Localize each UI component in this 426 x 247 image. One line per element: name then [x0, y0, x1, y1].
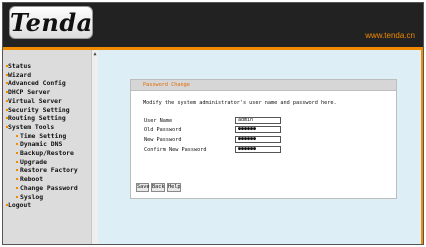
help-button[interactable]: Help [167, 183, 181, 192]
username-label: User Name [144, 118, 173, 124]
sidebar-item-virtual-server[interactable]: Virtual Server [6, 97, 78, 106]
header-bar: Tenda www.tenda.cn [3, 3, 423, 50]
sidebar-item-system-tools[interactable]: System Tools [6, 123, 78, 132]
sidebar-item-logout[interactable]: Logout [6, 201, 78, 210]
panel-title: Password Change [131, 80, 396, 91]
sidebar-item-dhcp-server[interactable]: DHCP Server [6, 88, 78, 97]
confirm-password-row: Confirm New Password ●●●●●● [144, 146, 384, 154]
browser-frame: Tenda www.tenda.cn Status Wizard Advance… [2, 2, 424, 245]
new-password-input[interactable]: ●●●●●● [235, 136, 281, 143]
old-password-label: Old Password [144, 127, 182, 133]
sidebar-scrollbar[interactable]: ▲ [91, 50, 98, 244]
old-password-row: Old Password ●●●●●● [144, 126, 384, 134]
sidebar-item-routing-setting[interactable]: Routing Setting [6, 114, 78, 123]
confirm-password-input[interactable]: ●●●●●● [235, 146, 281, 153]
sidebar-item-advanced-config[interactable]: Advanced Config [6, 79, 78, 88]
sidebar-subitem-change-password[interactable]: Change Password [6, 184, 78, 193]
password-change-panel: Password Change Modify the system admini… [130, 79, 397, 199]
save-button[interactable]: Save [136, 183, 150, 192]
back-button[interactable]: Back [151, 183, 165, 192]
sidebar-subitem-dynamic-dns[interactable]: Dynamic DNS [6, 140, 78, 149]
username-input[interactable]: admin [235, 117, 281, 124]
old-password-input[interactable]: ●●●●●● [235, 126, 281, 133]
username-row: User Name admin [144, 117, 384, 125]
sidebar-item-status[interactable]: Status [6, 62, 78, 71]
sidebar-subitem-syslog[interactable]: Syslog [6, 193, 78, 202]
sidebar-nav: Status Wizard Advanced Config DHCP Serve… [6, 62, 78, 210]
website-url: www.tenda.cn [365, 31, 415, 40]
sidebar-subitem-upgrade[interactable]: Upgrade [6, 158, 78, 167]
new-password-row: New Password ●●●●●● [144, 136, 384, 144]
main-content: Password Change Modify the system admini… [98, 50, 423, 244]
sidebar-item-wizard[interactable]: Wizard [6, 71, 78, 80]
confirm-password-label: Confirm New Password [144, 147, 207, 153]
sidebar-subitem-restore-factory[interactable]: Restore Factory [6, 166, 78, 175]
right-accent-strip [421, 50, 423, 244]
new-password-label: New Password [144, 137, 182, 143]
tenda-logo: Tenda [9, 6, 93, 39]
sidebar-subitem-time-setting[interactable]: Time Setting [6, 132, 78, 141]
panel-description: Modify the system administrator's user n… [143, 100, 337, 106]
sidebar-subitem-backup-restore[interactable]: Backup/Restore [6, 149, 78, 158]
sidebar: Status Wizard Advanced Config DHCP Serve… [3, 50, 91, 244]
sidebar-item-security-setting[interactable]: Security Setting [6, 106, 78, 115]
sidebar-subitem-reboot[interactable]: Reboot [6, 175, 78, 184]
